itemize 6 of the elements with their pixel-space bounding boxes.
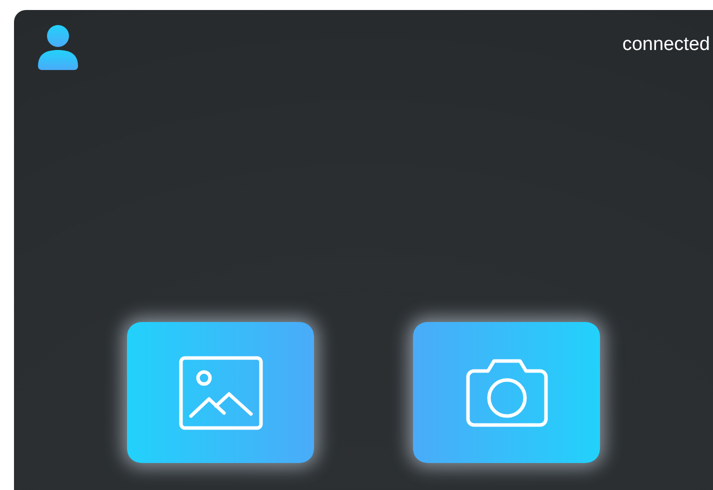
gallery-button[interactable]: [127, 322, 314, 463]
connection-status: connected: [622, 34, 710, 56]
camera-icon: [466, 358, 548, 428]
image-icon: [178, 356, 262, 430]
user-icon: [38, 24, 78, 70]
camera-button[interactable]: [413, 322, 600, 463]
